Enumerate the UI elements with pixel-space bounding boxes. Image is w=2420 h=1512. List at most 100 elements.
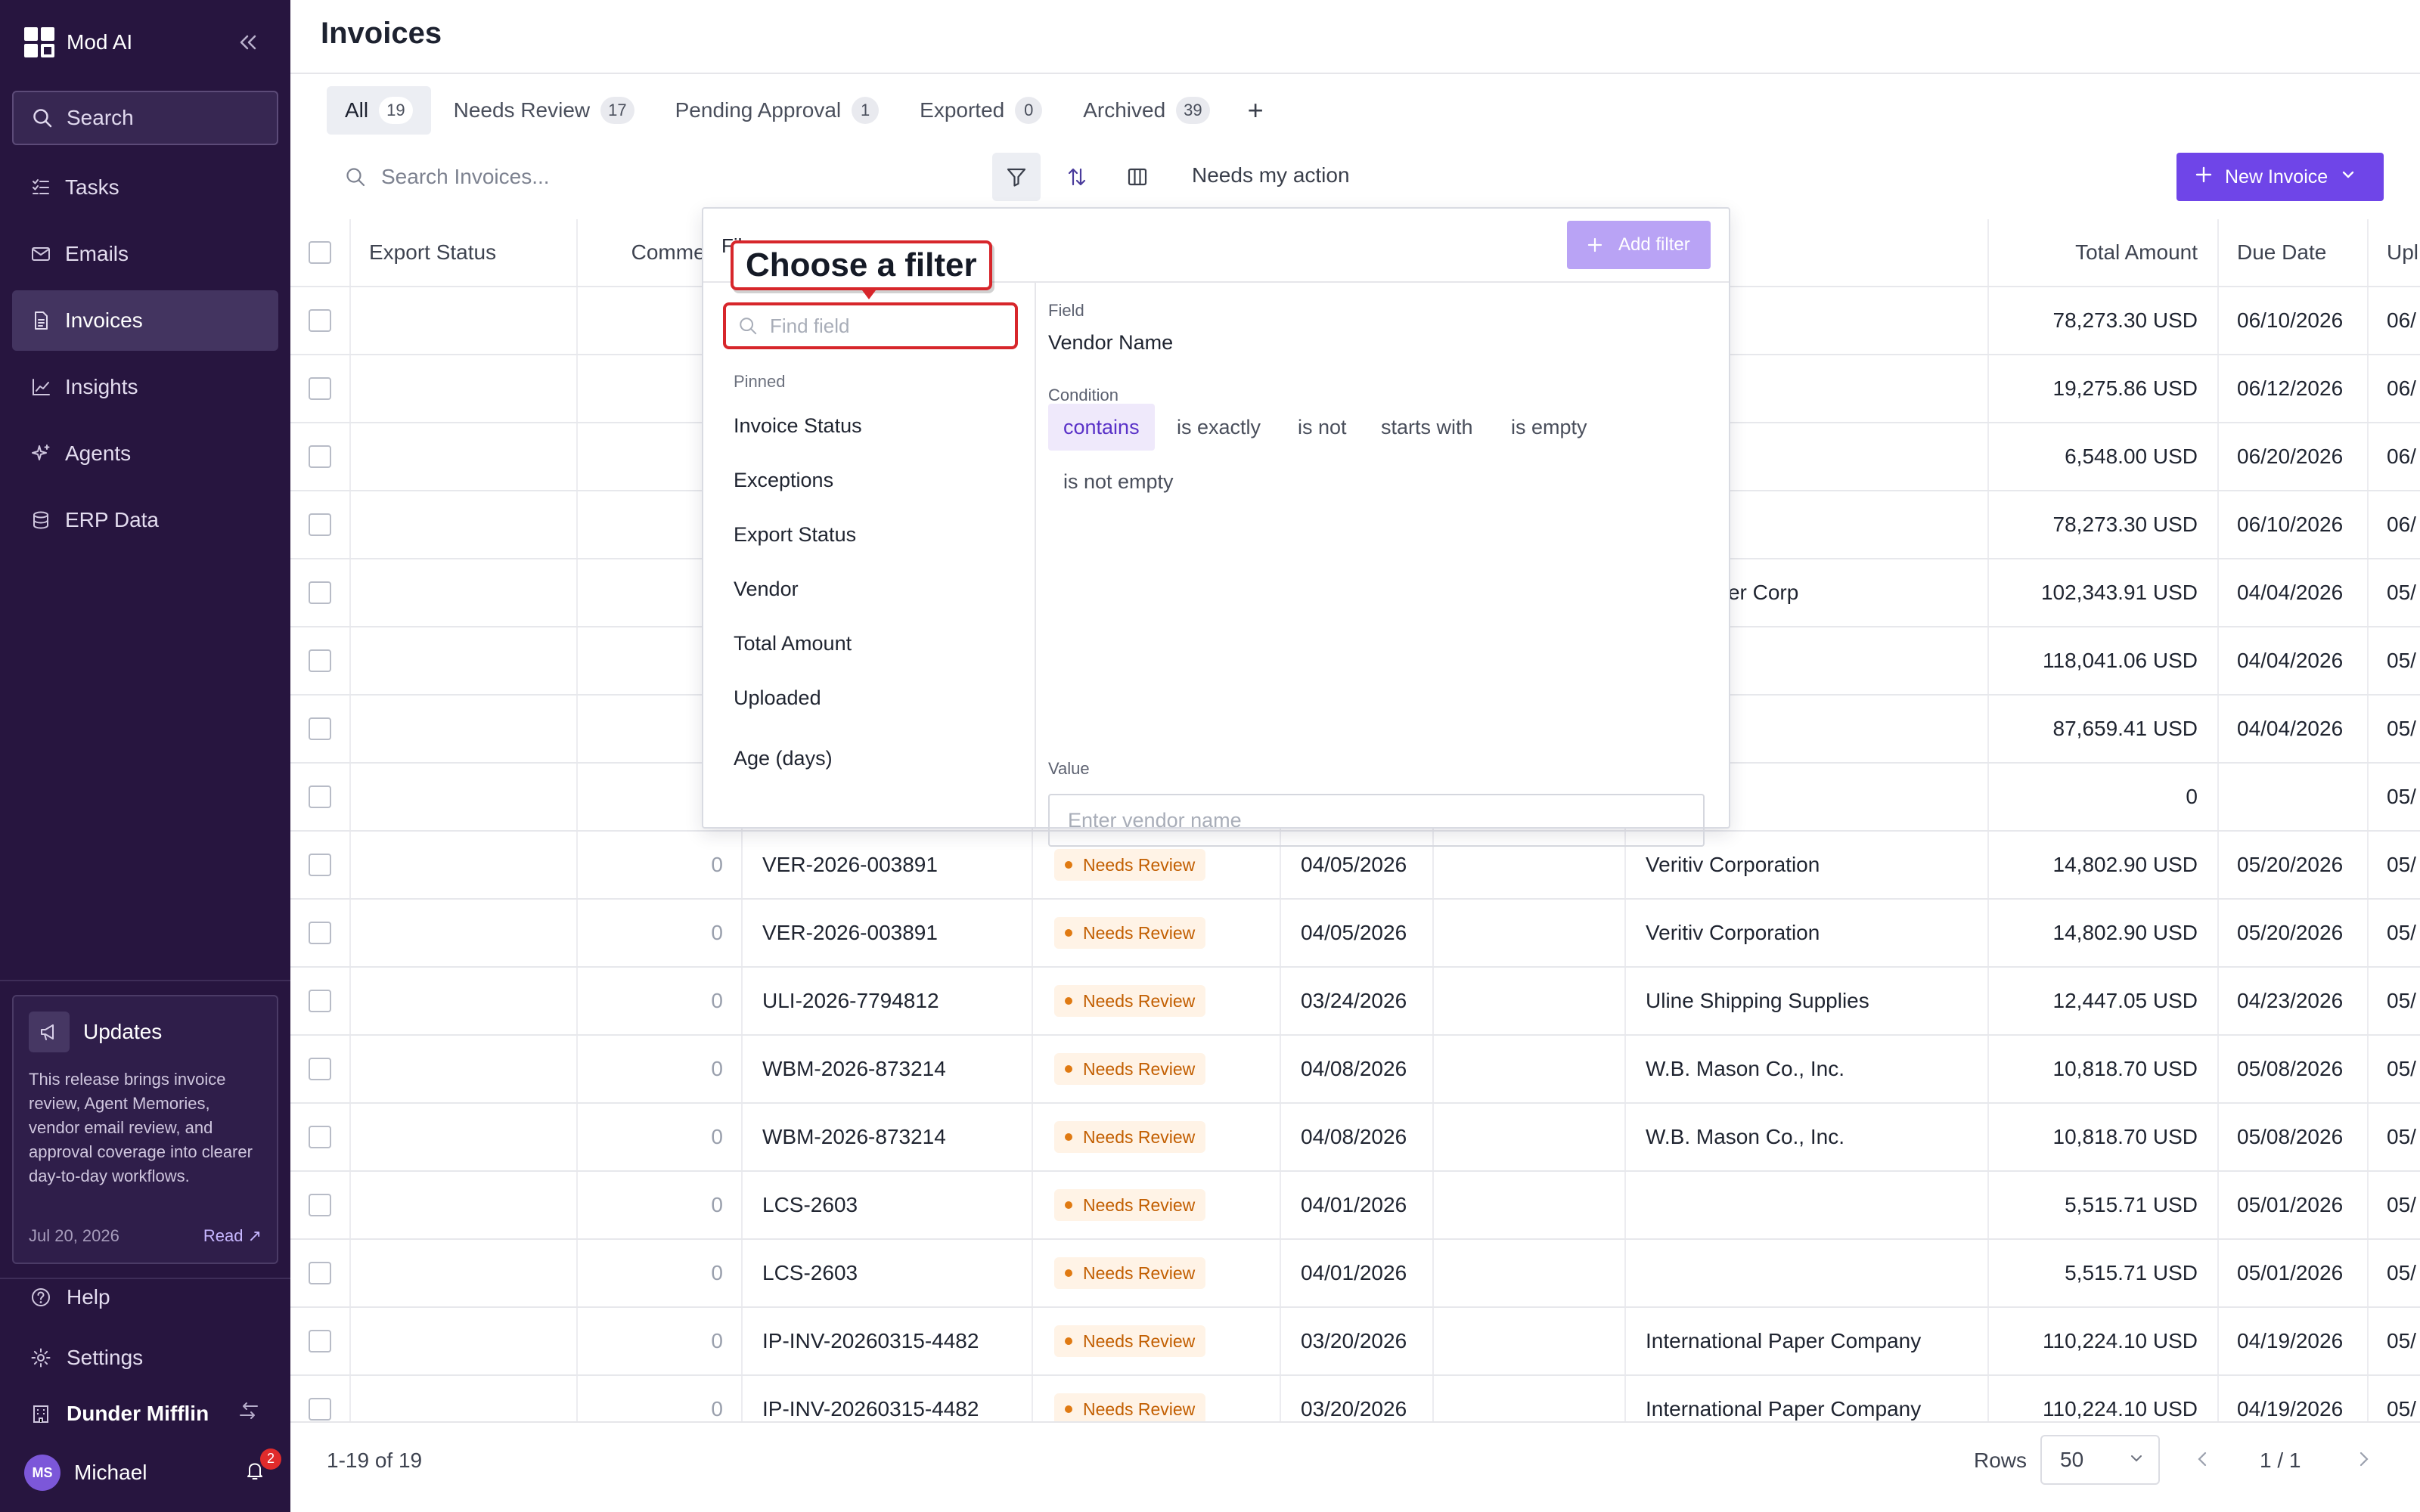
sidebar-item-agents[interactable]: Agents <box>12 423 278 484</box>
invoice-number-cell[interactable]: VER-2026-003891 <box>743 832 1033 898</box>
invoice-number-cell[interactable]: LCS-2603 <box>743 1172 1033 1238</box>
table-footer: 1-19 of 19 Rows 50 1 / 1 <box>290 1421 2420 1512</box>
row-checkbox[interactable] <box>309 649 331 672</box>
vendor-cell: W.B. Mason Co., Inc. <box>1626 1036 1989 1102</box>
sidebar-item-emails[interactable]: Emails <box>12 224 278 284</box>
select-all-checkbox[interactable] <box>309 241 331 264</box>
new-invoice-button[interactable]: New Invoice <box>2176 153 2384 201</box>
status-badge: Needs Review <box>1054 985 1206 1017</box>
vendor-value-input[interactable]: Enter vendor name <box>1048 794 1705 847</box>
add-tab-button[interactable]: + <box>1233 94 1279 126</box>
status-text: Needs Review <box>1083 922 1196 943</box>
column-header-uploaded[interactable]: Upl <box>2369 219 2420 286</box>
next-page-button[interactable] <box>2352 1445 2375 1476</box>
find-field-input[interactable]: Find field <box>723 302 1018 349</box>
sidebar-search[interactable]: Search <box>12 91 278 145</box>
user-menu[interactable]: MS Michael 2 <box>24 1448 281 1491</box>
condition-contains[interactable]: contains <box>1048 404 1155 451</box>
condition-is-not[interactable]: is not <box>1283 404 1362 451</box>
status-text: Needs Review <box>1083 1058 1196 1079</box>
brand[interactable]: Mod AI <box>24 26 132 59</box>
row-checkbox[interactable] <box>309 513 331 536</box>
field-option-export-status[interactable]: Export Status <box>734 523 856 547</box>
settings-link[interactable]: Settings <box>30 1343 143 1373</box>
field-option-uploaded[interactable]: Uploaded <box>734 686 821 710</box>
status-badge: Needs Review <box>1054 1325 1206 1357</box>
chevron-down-icon[interactable] <box>2340 166 2356 188</box>
uploaded-cell: 05/ <box>2387 1261 2416 1284</box>
row-checkbox[interactable] <box>309 854 331 876</box>
invoice-number-cell[interactable]: WBM-2026-873214 <box>743 1104 1033 1170</box>
sidebar-item-insights[interactable]: Insights <box>12 357 278 417</box>
export-status-cell <box>351 491 578 558</box>
filter-button[interactable] <box>992 153 1041 201</box>
org-switcher[interactable]: Dunder Mifflin <box>30 1400 260 1427</box>
condition-is-exactly[interactable]: is exactly <box>1162 404 1276 451</box>
invoice-number-cell[interactable]: WBM-2026-873214 <box>743 1036 1033 1102</box>
row-checkbox[interactable] <box>309 1126 331 1148</box>
invoice-search-input[interactable]: Search Invoices... <box>327 150 675 204</box>
columns-button[interactable] <box>1113 153 1162 201</box>
row-checkbox[interactable] <box>309 1194 331 1216</box>
table-row[interactable]: 0 LCS-2603 Needs Review 04/01/2026 5,515.71 … <box>290 1240 2420 1308</box>
row-checkbox[interactable] <box>309 1262 331 1284</box>
page-title: Invoices <box>321 17 442 50</box>
row-checkbox[interactable] <box>309 1330 331 1352</box>
field-option-vendor[interactable]: Vendor <box>734 578 799 601</box>
export-status-cell <box>351 968 578 1034</box>
due-date-cell: 04/04/2026 <box>2219 627 2369 694</box>
row-checkbox[interactable] <box>309 1398 331 1421</box>
value-label: Value <box>1048 759 1090 778</box>
table-row[interactable]: 0 WBM-2026-873214 Needs Review 04/08/2026 W.… <box>290 1104 2420 1172</box>
tab-archived[interactable]: Archived 39 <box>1065 86 1227 135</box>
table-row[interactable]: 0 VER-2026-003891 Needs Review 04/05/2026 Ve… <box>290 900 2420 968</box>
condition-is-empty[interactable]: is empty <box>1496 404 1602 451</box>
field-option-age-days[interactable]: Age (days) <box>734 747 833 770</box>
tab-exported[interactable]: Exported 0 <box>901 86 1060 135</box>
invoice-number-cell[interactable]: ULI-2026-7794812 <box>743 968 1033 1034</box>
row-checkbox[interactable] <box>309 990 331 1012</box>
condition-is-not-empty[interactable]: is not empty <box>1048 458 1189 505</box>
table-row[interactable]: 0 LCS-2603 Needs Review 04/01/2026 5,515.71 … <box>290 1172 2420 1240</box>
field-option-total-amount[interactable]: Total Amount <box>734 632 852 655</box>
sidebar-item-tasks[interactable]: Tasks <box>12 157 278 218</box>
row-checkbox[interactable] <box>309 377 331 400</box>
field-option-invoice-status[interactable]: Invoice Status <box>734 414 862 438</box>
row-checkbox[interactable] <box>309 581 331 604</box>
table-row[interactable]: 0 IP-INV-20260315-4482 Needs Review 03/20/2… <box>290 1308 2420 1376</box>
sort-button[interactable] <box>1053 153 1101 201</box>
add-filter-button[interactable]: Add filter <box>1567 221 1711 269</box>
needs-my-action-toggle[interactable]: Needs my action <box>1192 163 1350 187</box>
updates-read-link[interactable]: Read ↗ <box>203 1226 262 1246</box>
row-checkbox[interactable] <box>309 717 331 740</box>
column-header-total-amount[interactable]: Total Amount <box>1989 219 2219 286</box>
table-row[interactable]: 0 ULI-2026-7794812 Needs Review 03/24/2026 U… <box>290 968 2420 1036</box>
row-checkbox[interactable] <box>309 785 331 808</box>
updates-body: This release brings invoice review, Agen… <box>29 1070 253 1185</box>
invoice-number-cell[interactable]: VER-2026-003891 <box>743 900 1033 966</box>
condition-starts-with[interactable]: starts with <box>1366 404 1488 451</box>
tab-all[interactable]: All 19 <box>327 86 431 135</box>
column-header-due-date[interactable]: Due Date <box>2219 219 2369 286</box>
row-checkbox[interactable] <box>309 922 331 944</box>
sidebar-item-erp-data[interactable]: ERP Data <box>12 490 278 550</box>
row-checkbox[interactable] <box>309 309 331 332</box>
invoice-number-cell[interactable]: IP-INV-20260315-4482 <box>743 1308 1033 1374</box>
field-option-exceptions[interactable]: Exceptions <box>734 469 833 492</box>
sidebar-item-invoices[interactable]: Invoices <box>12 290 278 351</box>
collapse-sidebar-icon[interactable] <box>236 29 260 56</box>
table-row[interactable]: 0 WBM-2026-873214 Needs Review 04/08/2026 W.… <box>290 1036 2420 1104</box>
external-arrow-icon: ↗ <box>247 1226 262 1245</box>
help-link[interactable]: Help <box>30 1282 110 1312</box>
previous-page-button[interactable] <box>2192 1445 2214 1476</box>
invoice-search-placeholder: Search Invoices... <box>381 165 550 188</box>
row-checkbox[interactable] <box>309 1058 331 1080</box>
rows-per-page-select[interactable]: 50 <box>2040 1435 2160 1485</box>
tab-pending-approval[interactable]: Pending Approval 1 <box>657 86 898 135</box>
row-checkbox[interactable] <box>309 445 331 468</box>
column-header-export-status[interactable]: Export Status <box>351 219 578 286</box>
status-dot-icon <box>1065 1337 1072 1345</box>
tab-needs-review[interactable]: Needs Review 17 <box>436 86 653 135</box>
invoice-number-cell[interactable]: LCS-2603 <box>743 1240 1033 1306</box>
notifications-button[interactable]: 2 <box>244 1448 281 1487</box>
